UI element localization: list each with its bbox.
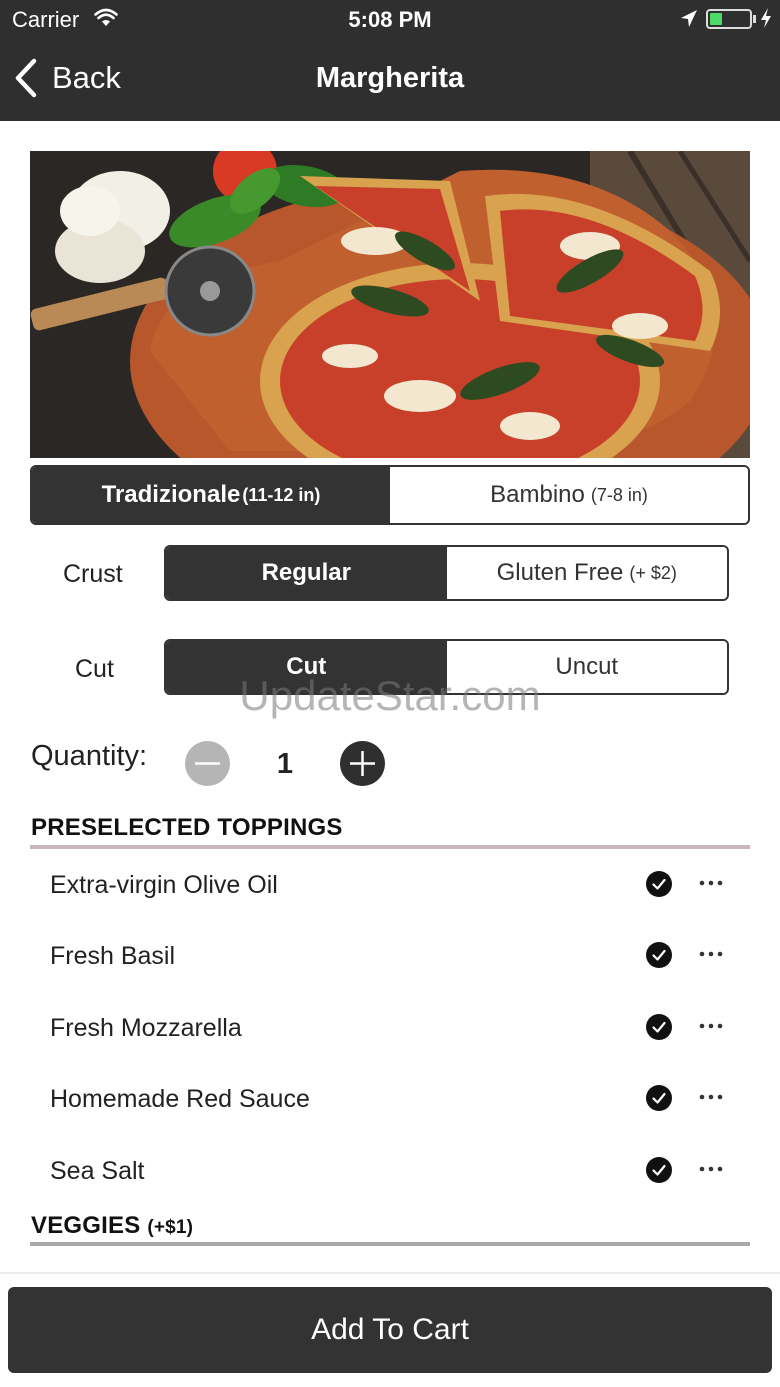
topping-label: Sea Salt (50, 1157, 145, 1185)
page-title: Margherita (315, 62, 465, 94)
topping-row: Extra-virgin Olive Oil (30, 851, 750, 922)
checkmark-icon[interactable] (646, 1014, 672, 1040)
crust-option-sub: (+ $2) (629, 562, 677, 583)
veggies-heading: VEGGIES (+$1) (31, 1212, 193, 1240)
crust-option-regular[interactable]: Regular (166, 547, 447, 599)
more-options-icon[interactable] (698, 867, 724, 899)
bottom-divider (0, 1272, 780, 1274)
more-options-icon[interactable] (698, 1081, 724, 1113)
minus-icon (195, 762, 220, 765)
crust-option-gluten-free[interactable]: Gluten Free (+ $2) (446, 547, 727, 599)
topping-row: Fresh Mozzarella (30, 994, 750, 1065)
status-bar: Carrier 5:08 PM (0, 0, 780, 40)
cut-label: Cut (75, 655, 114, 683)
checkmark-icon[interactable] (646, 942, 672, 968)
crust-label: Crust (63, 560, 123, 588)
add-to-cart-button[interactable]: Add To Cart (8, 1287, 772, 1373)
charging-icon (760, 7, 772, 34)
preselected-toppings-heading: PRESELECTED TOPPINGS (31, 814, 343, 842)
quantity-label: Quantity: (31, 740, 148, 772)
topping-row: Sea Salt (30, 1137, 750, 1208)
size-option-sub: (7-8 in) (590, 484, 648, 505)
crust-segmented-control: Regular Gluten Free (+ $2) (164, 545, 729, 601)
crust-option-label: Gluten Free (496, 559, 624, 586)
checkmark-icon[interactable] (646, 1157, 672, 1183)
size-option-label: Tradizionale (101, 481, 241, 508)
topping-label: Fresh Mozzarella (50, 1014, 242, 1042)
checkmark-icon[interactable] (646, 1085, 672, 1111)
section-title: VEGGIES (31, 1212, 141, 1239)
section-price: (+$1) (147, 1217, 194, 1238)
cut-segmented-control: Cut Uncut (164, 639, 729, 695)
section-divider (30, 845, 750, 849)
section-divider (30, 1242, 750, 1246)
topping-label: Fresh Basil (50, 942, 176, 970)
plus-icon (350, 751, 375, 776)
topping-row: Fresh Basil (30, 922, 750, 993)
cut-option-uncut[interactable]: Uncut (446, 641, 727, 693)
crust-option-label: Regular (261, 559, 351, 586)
more-options-icon[interactable] (698, 938, 724, 970)
topping-label: Homemade Red Sauce (50, 1085, 310, 1113)
size-option-bambino[interactable]: Bambino (7-8 in) (390, 467, 748, 523)
quantity-decrement-button[interactable] (185, 741, 230, 786)
battery-nub (753, 15, 756, 23)
nav-bar: Back Margherita (0, 40, 780, 121)
size-option-sub: (11-12 in) (242, 484, 321, 505)
clock: 5:08 PM (348, 7, 432, 32)
section-title: PRESELECTED TOPPINGS (31, 814, 343, 841)
size-segmented-control: Tradizionale (11-12 in) Bambino (7-8 in) (30, 465, 750, 525)
location-arrow-icon (680, 9, 698, 35)
size-option-tradizionale[interactable]: Tradizionale (11-12 in) (32, 467, 390, 523)
pizza-photo (30, 151, 750, 458)
add-to-cart-label: Add To Cart (311, 1313, 469, 1346)
topping-row: Homemade Red Sauce (30, 1065, 750, 1136)
quantity-value: 1 (276, 748, 294, 780)
more-options-icon[interactable] (698, 1153, 724, 1185)
checkmark-icon[interactable] (646, 871, 672, 897)
quantity-increment-button[interactable] (340, 741, 385, 786)
cut-option-label: Cut (286, 653, 327, 680)
topping-label: Extra-virgin Olive Oil (50, 871, 278, 899)
size-option-label: Bambino (490, 481, 585, 508)
cut-option-label: Uncut (555, 653, 619, 680)
cut-option-cut[interactable]: Cut (166, 641, 447, 693)
battery-icon (706, 9, 752, 29)
more-options-icon[interactable] (698, 1010, 724, 1042)
